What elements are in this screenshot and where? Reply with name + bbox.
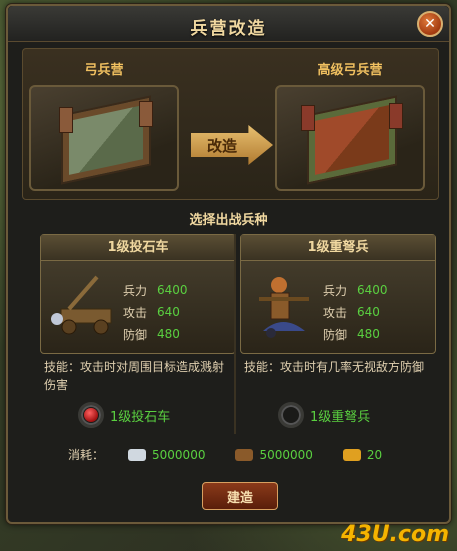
unit-stats: 兵力 6400 攻击 640 防御 480 — [323, 279, 388, 345]
upgraded-building-image — [275, 85, 425, 191]
build-button[interactable]: 建造 — [202, 482, 278, 510]
column-divider — [234, 234, 236, 434]
tower-icon — [59, 107, 73, 133]
titlebar: 兵营改造 ✕ — [8, 6, 449, 42]
tower-icon — [301, 105, 315, 131]
radio-button-selected[interactable] — [78, 402, 104, 428]
unit-skill-text: 技能：攻击时对周围目标造成溅射伤害 — [44, 360, 225, 392]
cost-row: 消耗： 5000000 5000000 20 — [68, 446, 412, 463]
barracks-upgrade-dialog: 兵营改造 ✕ 弓兵营 高级弓兵营 改造 选择出战兵种 1级投石车 兵力 6400… — [6, 4, 451, 524]
current-building-image — [29, 85, 179, 191]
close-icon: ✕ — [424, 16, 436, 32]
radio-button-unselected[interactable] — [278, 402, 304, 428]
tower-icon — [389, 103, 403, 129]
tower-icon — [139, 101, 153, 127]
unit-card: 1级投石车 兵力 6400 攻击 640 防御 480 — [40, 234, 236, 354]
archer-camp-icon — [61, 95, 151, 185]
cost-label: 消耗： — [68, 448, 105, 462]
unit-skill-text: 技能：攻击时有几率无视敌方防御 — [244, 360, 425, 374]
dialog-title: 兵营改造 — [190, 19, 267, 39]
unit-card: 1级重弩兵 兵力 6400 攻击 640 防御 480 — [240, 234, 436, 354]
unit-option-crossbowman: 1级重弩兵 兵力 6400 攻击 640 防御 480 技能：攻击时有几率无视敌… — [240, 234, 436, 432]
upgraded-building-label: 高级弓兵营 — [317, 63, 383, 78]
stat-row-troops: 兵力 6400 — [123, 283, 188, 298]
current-building-label: 弓兵营 — [84, 63, 124, 78]
unit-select-label[interactable]: 1级投石车 — [110, 406, 170, 425]
upgrade-arrow: 改造 — [191, 125, 273, 165]
upgrade-panel: 弓兵营 高级弓兵营 改造 — [22, 48, 439, 200]
unit-name: 1级重弩兵 — [241, 235, 435, 261]
unit-select-label[interactable]: 1级重弩兵 — [310, 406, 370, 425]
unit-select-catapult[interactable]: 1级投石车 — [78, 402, 170, 428]
catapult-icon — [51, 275, 112, 335]
wood-cost: 5000000 — [259, 447, 313, 462]
advanced-archer-camp-icon — [307, 95, 397, 185]
unit-option-catapult: 1级投石车 兵力 6400 攻击 640 防御 480 技能：攻击时对周围目标造… — [40, 234, 236, 432]
stat-row-defense: 防御 480 — [123, 327, 180, 342]
silver-icon — [128, 448, 147, 461]
stat-row-attack: 攻击 640 — [323, 305, 380, 320]
section-title: 选择出战兵种 — [189, 213, 268, 228]
gold-cost: 20 — [366, 447, 383, 462]
stat-row-attack: 攻击 640 — [123, 305, 180, 320]
crossbowman-icon — [259, 277, 309, 338]
wood-icon — [235, 448, 254, 461]
upgrade-arrow-label: 改造 — [207, 136, 238, 155]
unit-stats: 兵力 6400 攻击 640 防御 480 — [123, 279, 188, 345]
stat-row-defense: 防御 480 — [323, 327, 380, 342]
unit-select-crossbowman[interactable]: 1级重弩兵 — [278, 402, 370, 428]
unit-name: 1级投石车 — [41, 235, 235, 261]
close-button[interactable]: ✕ — [417, 11, 443, 37]
stat-row-troops: 兵力 6400 — [323, 283, 388, 298]
site-watermark-logo: 43U.com — [341, 522, 449, 547]
silver-cost: 5000000 — [152, 447, 206, 462]
gold-icon — [342, 448, 361, 461]
